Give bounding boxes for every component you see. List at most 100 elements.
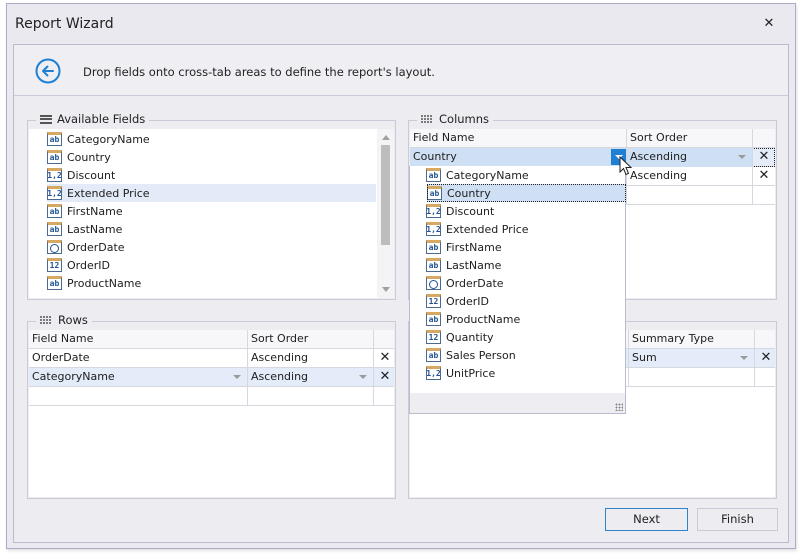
- mouse-cursor-icon: [619, 156, 632, 176]
- list-item[interactable]: ab CategoryName: [47, 130, 376, 148]
- title-bar: Report Wizard ✕: [7, 4, 795, 44]
- columns-legend: Columns: [417, 112, 494, 126]
- sort-order-cell[interactable]: Ascending: [627, 148, 753, 167]
- close-icon[interactable]: ✕: [761, 16, 777, 32]
- grid-icon: [421, 114, 434, 124]
- sort-order-value: Ascending: [630, 150, 688, 163]
- list-icon: [40, 114, 52, 124]
- summary-type-cell[interactable]: Sum: [629, 349, 755, 368]
- sort-order-cell[interactable]: Ascending: [248, 368, 374, 387]
- string-field-icon: ab: [427, 186, 442, 200]
- field-label: Extended Price: [67, 186, 150, 200]
- new-row[interactable]: [29, 387, 394, 406]
- column-header-field-name[interactable]: Field Name: [410, 129, 627, 148]
- empty-cell[interactable]: [629, 368, 755, 387]
- decimal-field-icon: 1,2: [47, 168, 62, 182]
- dropdown-item[interactable]: 1,2 Discount: [426, 202, 626, 220]
- delete-row-icon[interactable]: ✕: [753, 148, 775, 167]
- scroll-down-icon[interactable]: [382, 287, 390, 292]
- vertical-scrollbar[interactable]: [377, 129, 394, 298]
- column-header-summary-type[interactable]: Summary Type: [629, 330, 755, 349]
- dropdown-item[interactable]: 1,2 Extended Price: [426, 220, 626, 238]
- integer-field-icon: 12: [426, 330, 441, 344]
- column-header-field-name[interactable]: Field Name: [29, 330, 248, 349]
- dropdown-item[interactable]: ab CategoryName: [426, 166, 626, 184]
- dropdown-item[interactable]: 1,2 UnitPrice: [426, 364, 626, 382]
- list-item[interactable]: ab ProductName: [47, 274, 376, 292]
- sort-order-cell[interactable]: Ascending: [248, 349, 374, 368]
- dropdown-item[interactable]: 12 Quantity: [426, 328, 626, 346]
- available-fields-legend: Available Fields: [36, 112, 150, 126]
- string-field-icon: ab: [426, 312, 441, 326]
- field-dropdown-popup[interactable]: ab CategoryName ab Country 1,2 Discount 1,2 Ext…: [409, 166, 626, 414]
- table-row[interactable]: CategoryName Ascending ✕: [29, 368, 394, 387]
- column-header-sort-order[interactable]: Sort Order: [627, 129, 753, 148]
- list-item[interactable]: 1,2 Discount: [47, 166, 376, 184]
- list-item[interactable]: 12 OrderID: [47, 256, 376, 274]
- field-label: ProductName: [446, 312, 521, 326]
- decimal-field-icon: 1,2: [426, 222, 441, 236]
- table-row[interactable]: OrderDate Ascending ✕: [29, 349, 394, 368]
- list-item[interactable]: ab LastName: [47, 220, 376, 238]
- wizard-header: Drop fields onto cross-tab areas to defi…: [14, 45, 788, 96]
- chevron-down-icon[interactable]: [359, 375, 367, 379]
- field-label: OrderDate: [67, 240, 125, 254]
- columns-header-row: Field Name Sort Order: [410, 129, 775, 148]
- dropdown-item[interactable]: ab LastName: [426, 256, 626, 274]
- list-item[interactable]: OrderDate: [47, 238, 376, 256]
- next-button[interactable]: Next: [605, 508, 688, 531]
- available-fields-group: Available Fields ab CategoryName ab Country…: [27, 112, 396, 300]
- delete-row-icon[interactable]: ✕: [753, 167, 775, 186]
- field-label: OrderID: [446, 294, 489, 308]
- list-item[interactable]: ab FirstName: [47, 202, 376, 220]
- sort-order-cell[interactable]: Ascending: [627, 167, 753, 186]
- empty-cell[interactable]: [248, 387, 374, 406]
- grid-icon: [40, 315, 53, 325]
- available-fields-list[interactable]: ab CategoryName ab Country 1,2 Discount 1,2 Ext…: [29, 129, 394, 298]
- dropdown-item[interactable]: ab FirstName: [426, 238, 626, 256]
- string-field-icon: ab: [47, 150, 62, 164]
- chevron-down-icon[interactable]: [738, 155, 746, 159]
- string-field-icon: ab: [47, 276, 62, 290]
- empty-cell[interactable]: [627, 186, 753, 205]
- report-wizard-window: Report Wizard ✕ Drop fields onto cross-t…: [6, 3, 796, 549]
- summary-type-value: Sum: [632, 351, 657, 364]
- dropdown-item[interactable]: ab Country: [427, 184, 626, 202]
- field-label: LastName: [446, 258, 502, 272]
- field-name-cell[interactable]: OrderDate: [29, 349, 248, 368]
- scroll-thumb[interactable]: [381, 145, 390, 245]
- delete-row-icon[interactable]: ✕: [374, 368, 396, 387]
- string-field-icon: ab: [426, 168, 441, 182]
- string-field-icon: ab: [47, 204, 62, 218]
- chevron-down-icon[interactable]: [233, 375, 241, 379]
- dropdown-item[interactable]: OrderDate: [426, 274, 626, 292]
- field-name-cell[interactable]: CategoryName: [29, 368, 248, 387]
- back-button[interactable]: [35, 58, 61, 84]
- dropdown-item[interactable]: ab Sales Person: [426, 346, 626, 364]
- finish-button[interactable]: Finish: [697, 508, 778, 531]
- integer-field-icon: 12: [47, 258, 62, 272]
- list-item[interactable]: 1,2 Extended Price: [47, 184, 376, 202]
- empty-cell[interactable]: [29, 387, 248, 406]
- field-label: CategoryName: [446, 168, 529, 182]
- dropdown-item[interactable]: ab ProductName: [426, 310, 626, 328]
- string-field-icon: ab: [47, 132, 62, 146]
- rows-title: Rows: [58, 313, 88, 327]
- field-label: Discount: [67, 168, 116, 182]
- scroll-up-icon[interactable]: [382, 135, 390, 140]
- dropdown-item[interactable]: 12 OrderID: [426, 292, 626, 310]
- field-label: OrderDate: [446, 276, 504, 290]
- field-name-cell[interactable]: Country: [410, 148, 627, 167]
- string-field-icon: ab: [426, 240, 441, 254]
- chevron-down-icon[interactable]: [740, 356, 748, 360]
- field-label: ProductName: [67, 276, 142, 290]
- delete-row-icon[interactable]: ✕: [755, 349, 777, 368]
- field-label: LastName: [67, 222, 123, 236]
- list-item[interactable]: ab Country: [47, 148, 376, 166]
- resize-grip-icon[interactable]: [615, 403, 623, 411]
- string-field-icon: ab: [426, 348, 441, 362]
- arrow-left-circle-icon: [35, 58, 61, 84]
- delete-row-icon[interactable]: ✕: [374, 349, 396, 368]
- table-row[interactable]: Country Ascending ✕: [410, 148, 775, 167]
- column-header-sort-order[interactable]: Sort Order: [248, 330, 374, 349]
